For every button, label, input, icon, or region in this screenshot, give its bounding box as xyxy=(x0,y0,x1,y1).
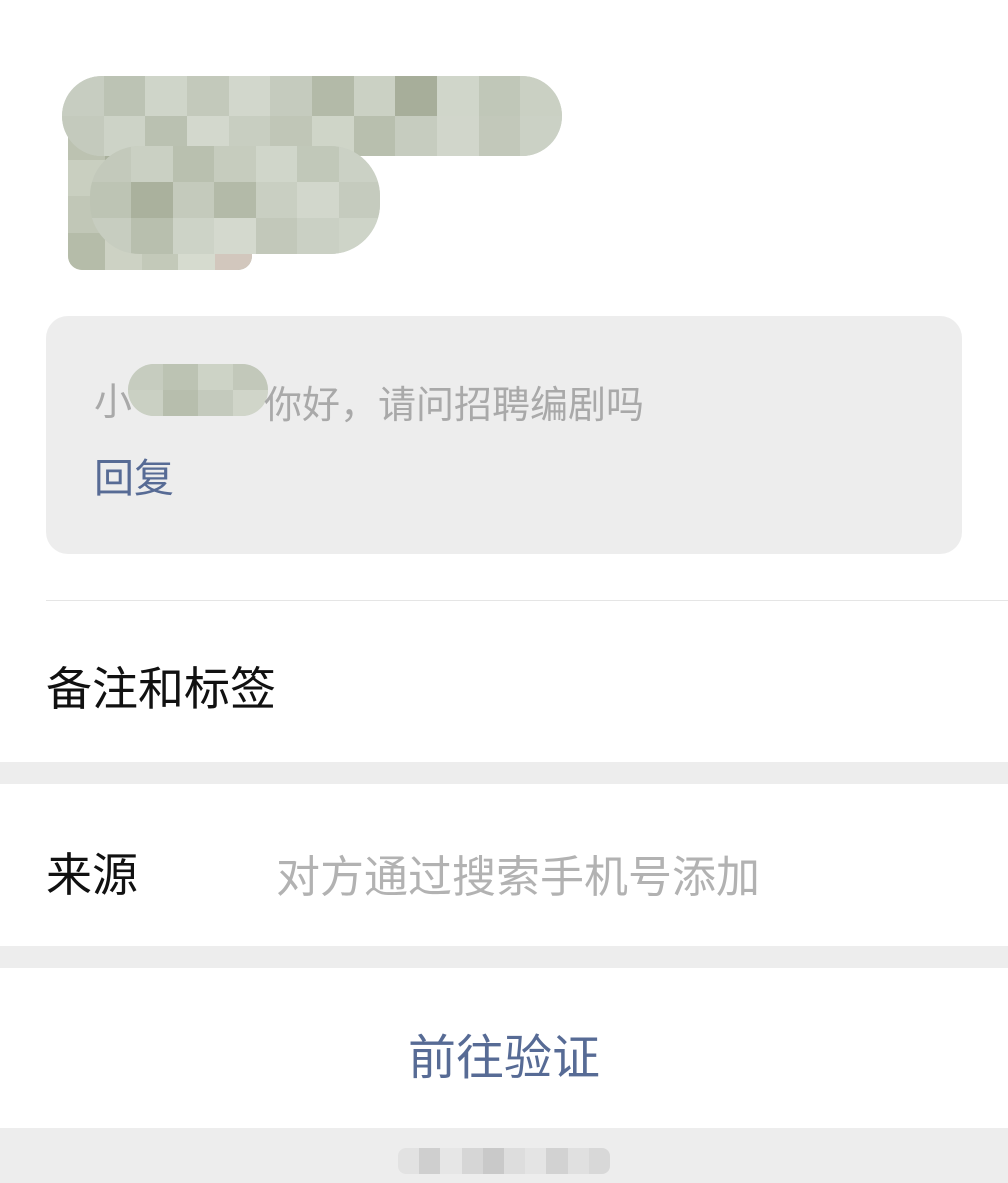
notes-and-tags-row[interactable]: 备注和标签 xyxy=(0,601,1008,761)
name-redaction xyxy=(62,76,562,156)
sender-pixelation xyxy=(128,364,268,416)
bottom-bar xyxy=(0,1128,1008,1183)
go-verify-button[interactable]: 前往验证 xyxy=(0,1018,1008,1088)
source-label: 来源 xyxy=(46,848,138,902)
notes-and-tags-label: 备注和标签 xyxy=(46,662,276,716)
source-value: 对方通过搜索手机号添加 xyxy=(276,852,760,903)
profile-header: 小 xyxy=(0,0,1008,300)
contact-verification-page: 小 小 你好，请问招聘编剧吗 回复 备注和标签 xyxy=(0,0,1008,1183)
greeting-card: 小 你好，请问招聘编剧吗 回复 xyxy=(46,316,962,554)
section-gap xyxy=(0,762,1008,784)
watermark-pixelation xyxy=(398,1148,610,1174)
watermark-redaction xyxy=(398,1148,610,1174)
avatar-name-redaction xyxy=(90,146,380,254)
name-pixelation xyxy=(62,76,562,156)
reply-link[interactable]: 回复 xyxy=(94,446,174,504)
section-gap xyxy=(0,946,1008,968)
go-verify-row[interactable]: 前往验证 xyxy=(0,968,1008,1128)
greeting-sender: 小 xyxy=(94,380,133,424)
sender-redaction xyxy=(128,364,268,416)
greeting-message: 你好，请问招聘编剧吗 xyxy=(264,383,645,427)
avatar-name-pixelation xyxy=(90,146,380,254)
source-row: 来源 对方通过搜索手机号添加 xyxy=(0,784,1008,946)
